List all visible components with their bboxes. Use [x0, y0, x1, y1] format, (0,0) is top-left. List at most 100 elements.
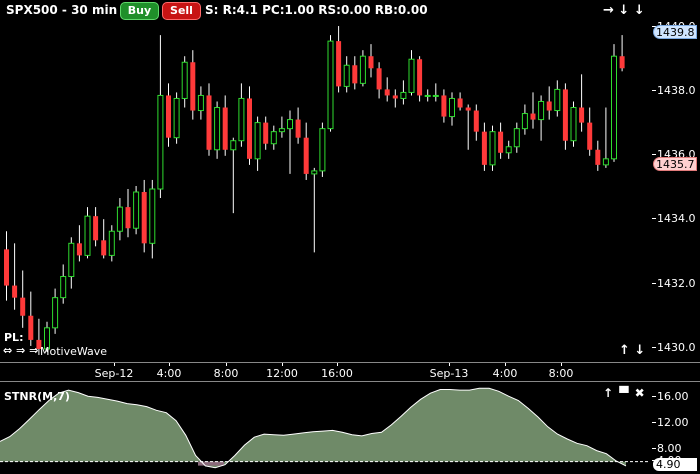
time-axis-label: Sep-13	[429, 367, 469, 380]
candle-down	[125, 207, 131, 229]
candle-up	[611, 55, 617, 160]
indicator-axis-label: 16.00	[657, 390, 689, 403]
candle-up	[133, 191, 140, 229]
price-tick	[652, 347, 656, 348]
candle-up	[513, 128, 520, 148]
candle-down	[441, 95, 447, 117]
buy-button[interactable]: Buy	[120, 2, 159, 20]
candle-down	[303, 137, 309, 174]
candle-down	[562, 89, 568, 141]
price-axis-label: 1434.0	[657, 212, 696, 225]
candle-up	[287, 119, 293, 130]
candle-down	[166, 95, 171, 138]
price-axis[interactable]: 1440.0 1438.0 1436.0 1434.0 1432.0 1430.…	[650, 0, 700, 362]
price-chart-panel[interactable]: SPX500 - 30 min Buy Sell S: R:4.1 PC:1.0…	[0, 0, 650, 362]
price-tick	[652, 218, 656, 219]
candle-down	[12, 285, 18, 298]
candle-down	[546, 101, 552, 111]
candle-down	[384, 89, 390, 96]
time-tick	[226, 363, 227, 366]
indicator-panel[interactable]: STNR(M,7) ↑ ▀ ✖	[0, 382, 650, 474]
candle-down	[457, 98, 463, 108]
candle-up	[319, 128, 326, 172]
candle-down	[222, 107, 228, 150]
price-tick	[652, 90, 656, 91]
time-tick	[169, 363, 170, 366]
indicator-canvas[interactable]	[0, 382, 650, 474]
time-axis-label: 4:00	[492, 367, 518, 380]
candle-up	[311, 170, 318, 175]
candle-up	[108, 230, 115, 256]
candle-up	[359, 55, 366, 84]
candle-down	[263, 122, 269, 144]
candle-down	[20, 297, 26, 316]
chart-header: SPX500 - 30 min Buy Sell S: R:4.1 PC:1.0…	[0, 0, 650, 20]
chart-title: SPX500 - 30 min	[6, 3, 118, 17]
candle-up	[270, 131, 277, 145]
candle-up	[449, 97, 455, 118]
nav-arrows-icon[interactable]: → ↓ ↓	[603, 1, 645, 21]
candle-down	[247, 98, 252, 159]
indicator-tick	[652, 422, 656, 423]
indicator-controls-icon[interactable]: ↑ ▀ ✖	[603, 386, 646, 400]
candle-up	[52, 297, 59, 329]
candle-up	[521, 113, 528, 130]
candle-down	[481, 131, 487, 165]
candle-down	[295, 119, 301, 138]
time-axis-label: 4:00	[156, 367, 182, 380]
candle-down	[352, 65, 358, 84]
time-axis-label: Sep-12	[94, 367, 134, 380]
candle-up	[554, 88, 561, 112]
candle-up	[278, 128, 285, 133]
candle-down	[619, 56, 625, 69]
candle-down	[530, 113, 536, 120]
price-chart-canvas[interactable]	[0, 0, 650, 362]
indicator-title: STNR(M,7)	[4, 390, 70, 403]
price-axis-label: 1430.0	[657, 341, 696, 354]
time-tick	[337, 363, 338, 366]
candle-up	[197, 94, 204, 112]
indicator-area	[0, 388, 626, 468]
candle-up	[60, 276, 67, 299]
candle-up	[408, 58, 415, 93]
candle-up	[432, 94, 439, 97]
price-tick	[652, 154, 656, 155]
candle-up	[489, 131, 496, 166]
candle-up	[149, 188, 156, 244]
candle-down	[101, 240, 107, 256]
candle-up	[84, 215, 91, 256]
candle-up	[214, 107, 221, 151]
candle-down	[465, 107, 471, 111]
candle-up	[116, 206, 123, 232]
candle-up	[68, 242, 75, 278]
candle-down	[595, 149, 601, 165]
candle-down	[206, 95, 212, 150]
candle-down	[4, 249, 9, 286]
candle-down	[190, 62, 196, 111]
time-tick	[114, 363, 115, 366]
candle-up	[400, 91, 407, 99]
price-axis-label: 1438.0	[657, 84, 696, 97]
candle-down	[368, 56, 374, 69]
candle-up	[424, 94, 431, 97]
motivewave-label: MotiveWave	[40, 345, 108, 358]
candle-up	[173, 97, 180, 139]
candle-up	[157, 94, 164, 190]
time-tick	[505, 363, 506, 366]
candle-down	[76, 243, 82, 256]
candle-up	[538, 100, 545, 121]
candle-down	[141, 192, 147, 244]
candle-down	[392, 95, 398, 99]
sell-button[interactable]: Sell	[162, 2, 201, 20]
time-axis[interactable]: Sep-12 4:00 8:00 12:00 16:00 Sep-13 4:00…	[0, 362, 700, 382]
current-price-badge-low: 1435.7	[653, 157, 697, 171]
stats-readout: S: R:4.1 PC:1.00 RS:0.00 RB:0.00	[205, 3, 428, 17]
time-axis-label: 16:00	[321, 367, 353, 380]
candle-up	[254, 122, 261, 160]
mw-arrows-icon[interactable]: ⇔ ⇒ ⇒	[3, 344, 38, 357]
candle-up	[602, 158, 609, 166]
time-tick	[561, 363, 562, 366]
candle-up	[181, 61, 188, 99]
scroll-arrows-icon[interactable]: ↑ ↓	[619, 343, 645, 358]
price-axis-label: 1432.0	[657, 277, 696, 290]
